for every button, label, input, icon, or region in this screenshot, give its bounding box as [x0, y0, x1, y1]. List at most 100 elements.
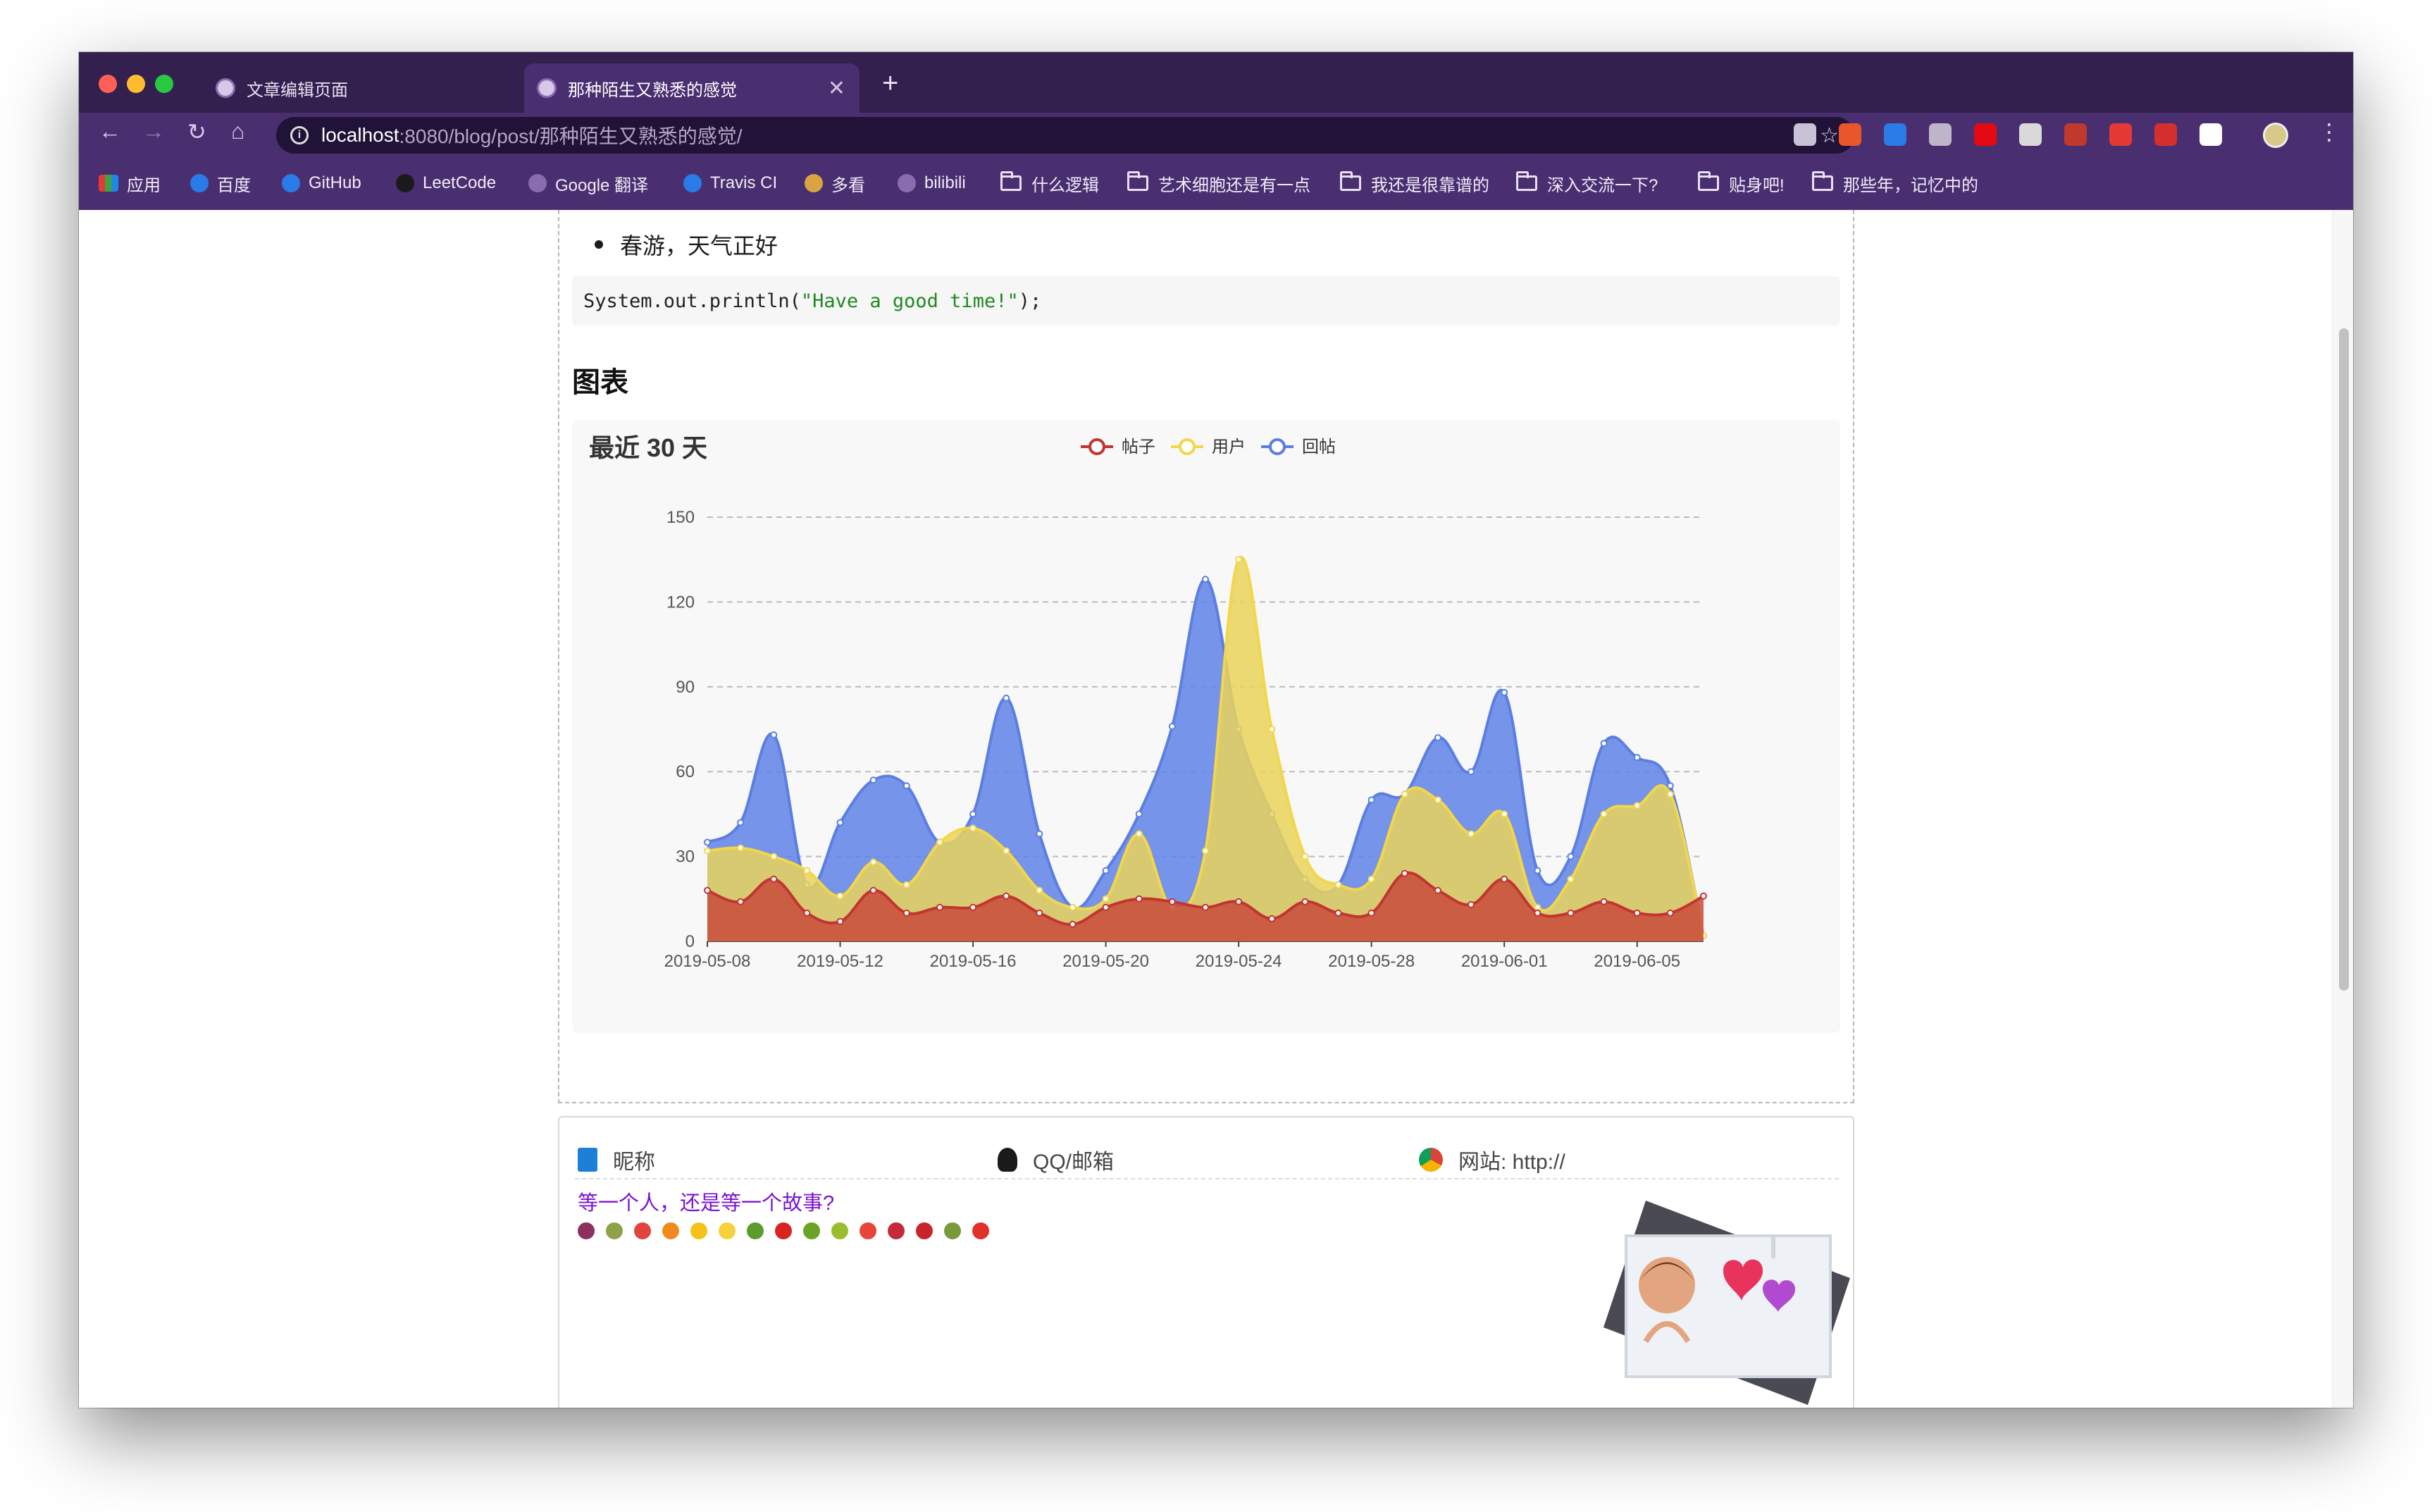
emoji-icon[interactable]: [888, 1222, 905, 1239]
menu-icon[interactable]: ⋮: [2318, 118, 2340, 145]
bookmark-label: 我还是很靠谱的: [1371, 175, 1489, 195]
extension-icon[interactable]: [2200, 123, 2222, 146]
emoji-icon[interactable]: [719, 1222, 736, 1239]
x-tick-label: 2019-05-12: [797, 952, 883, 971]
data-point: [1135, 810, 1143, 818]
emoji-icon[interactable]: [662, 1222, 679, 1239]
emoji-icon[interactable]: [803, 1222, 820, 1239]
nickname-field[interactable]: 昵称: [578, 1144, 986, 1175]
data-point: [1367, 909, 1375, 917]
legend-marker-icon: [1088, 438, 1105, 455]
extension-icon[interactable]: [1974, 123, 1997, 146]
site-info-icon[interactable]: i: [290, 126, 309, 144]
extension-icon[interactable]: [1884, 123, 1906, 146]
extension-icon[interactable]: [1839, 123, 1861, 146]
bookmark-item[interactable]: 多看: [805, 171, 865, 196]
home-icon[interactable]: ⌂: [231, 118, 244, 144]
emoji-icon[interactable]: [775, 1222, 792, 1239]
emoji-icon[interactable]: [831, 1222, 848, 1239]
data-point: [869, 776, 877, 784]
bookmark-item[interactable]: 艺术细胞还是有一点: [1127, 171, 1310, 196]
bookmark-item[interactable]: Travis CI: [683, 171, 777, 196]
bookmark-label: 艺术细胞还是有一点: [1158, 175, 1310, 195]
bookmarks-bar: 应用 百度 GitHub LeetCode Google 翻译 Travis CI 多看 bi…: [79, 156, 2353, 210]
data-point: [1003, 892, 1010, 900]
bookmark-label: GitHub: [309, 173, 361, 192]
extension-icon[interactable]: [2154, 123, 2177, 146]
data-point: [1633, 909, 1641, 917]
folder-icon: [1812, 171, 1833, 191]
bookmark-item[interactable]: LeetCode: [396, 171, 496, 196]
bookmark-star-icon[interactable]: ☆: [1820, 123, 1839, 148]
extension-icon[interactable]: [1929, 123, 1952, 146]
bookmark-item[interactable]: 深入交流一下?: [1516, 171, 1658, 196]
data-point: [1666, 782, 1674, 790]
bookmark-item[interactable]: 我还是很靠谱的: [1340, 171, 1489, 196]
data-point: [1468, 900, 1475, 908]
data-point: [1102, 903, 1110, 911]
x-tick-label: 2019-05-28: [1328, 952, 1415, 971]
code-block: System.out.println("Have a good time!");: [572, 276, 1840, 326]
bookmark-item[interactable]: 什么逻辑: [1000, 171, 1099, 196]
bookmark-item[interactable]: bilibili: [898, 171, 966, 196]
website-field[interactable]: 网站: http://: [1419, 1144, 1828, 1175]
data-point: [869, 858, 877, 866]
bookmark-item[interactable]: 贴身吧!: [1698, 171, 1785, 196]
data-point: [1036, 909, 1043, 917]
address-bar[interactable]: i localhost :8080/blog/post/那种陌生又熟悉的感觉/ …: [276, 117, 1854, 154]
extension-icon[interactable]: [2019, 123, 2042, 146]
data-point: [836, 819, 844, 826]
forward-icon[interactable]: →: [142, 118, 165, 144]
close-window-button[interactable]: [99, 75, 117, 93]
back-icon[interactable]: ←: [99, 118, 121, 144]
field-divider: [575, 1178, 1839, 1179]
extension-icon[interactable]: [2064, 123, 2087, 146]
folder-icon: [1698, 171, 1719, 191]
emoji-icon[interactable]: [634, 1222, 651, 1239]
bookmark-label: 什么逻辑: [1031, 175, 1099, 195]
data-point: [1003, 694, 1010, 702]
tab-current-post[interactable]: 那种陌生又熟悉的感觉 ✕: [524, 63, 860, 113]
new-tab-button[interactable]: +: [882, 68, 898, 99]
reload-icon[interactable]: ↻: [187, 118, 206, 145]
close-tab-icon[interactable]: ✕: [828, 76, 845, 101]
folder-icon: [1516, 171, 1537, 191]
data-point: [1036, 830, 1043, 838]
data-point: [1633, 802, 1641, 810]
data-point: [1036, 886, 1043, 894]
data-point: [1135, 895, 1143, 903]
scrollbar[interactable]: [2332, 210, 2353, 1408]
emoji-icon[interactable]: [690, 1222, 707, 1239]
bookmark-item[interactable]: 那些年，记忆中的: [1812, 171, 1978, 196]
minimize-window-button[interactable]: [127, 75, 145, 93]
bookmark-item[interactable]: Google 翻译: [528, 171, 648, 196]
comment-illustration: [1603, 1201, 1850, 1405]
emoji-icon[interactable]: [944, 1222, 961, 1239]
qq-email-field[interactable]: QQ/邮箱: [998, 1144, 1406, 1175]
y-tick-label: 150: [666, 508, 695, 527]
bookmark-item[interactable]: 百度: [190, 171, 251, 196]
emoji-icon[interactable]: [972, 1222, 989, 1239]
chart-title: 最近 30 天: [589, 433, 707, 462]
maximize-window-button[interactable]: [155, 75, 173, 93]
code-string: "Have a good time!": [800, 290, 1019, 312]
data-point: [1666, 909, 1674, 917]
bookmark-item[interactable]: 应用: [99, 171, 161, 196]
extension-icon[interactable]: [2109, 123, 2132, 146]
bookmark-label: Travis CI: [710, 173, 778, 192]
legend-label: 回帖: [1302, 438, 1336, 457]
data-point: [770, 875, 778, 883]
emoji-icon[interactable]: [578, 1222, 595, 1239]
data-point: [1501, 875, 1508, 883]
emoji-icon[interactable]: [606, 1222, 623, 1239]
y-tick-label: 30: [676, 848, 695, 867]
bookmark-label: LeetCode: [423, 173, 497, 192]
emoji-icon[interactable]: [916, 1222, 933, 1239]
emoji-icon[interactable]: [747, 1222, 764, 1239]
data-point: [1567, 875, 1575, 883]
emoji-icon[interactable]: [860, 1222, 876, 1239]
extension-icon[interactable]: [1794, 123, 1816, 146]
profile-avatar[interactable]: [2263, 123, 2288, 148]
scrollbar-thumb[interactable]: [2339, 328, 2349, 991]
bookmark-item[interactable]: GitHub: [282, 171, 361, 196]
